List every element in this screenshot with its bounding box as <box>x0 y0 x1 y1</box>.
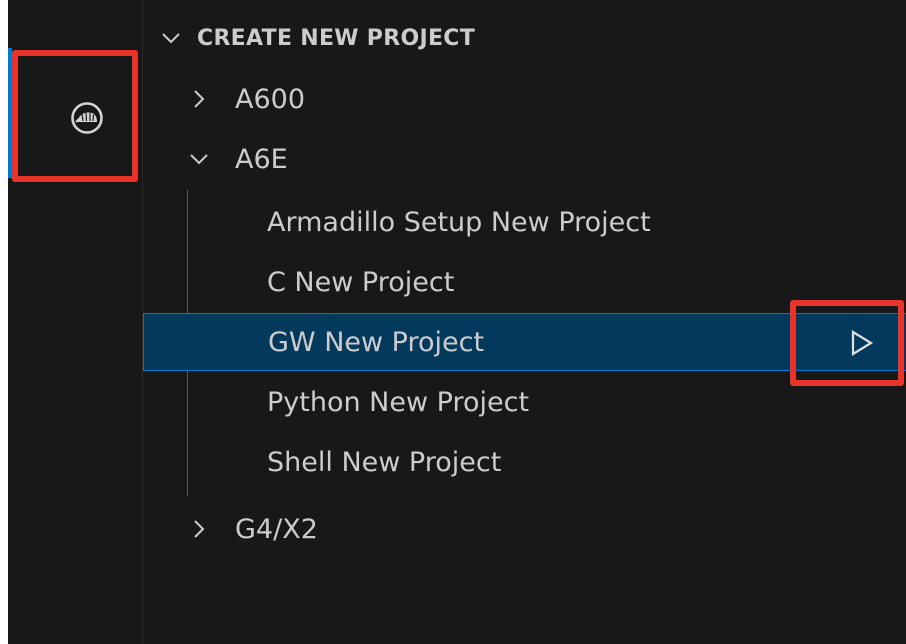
tree-item-python-new-project[interactable]: Python New Project <box>143 373 906 431</box>
tree-item-g4-x2[interactable]: G4/X2 <box>143 500 906 558</box>
chevron-down-icon <box>190 154 208 165</box>
tree-item-shell-new-project[interactable]: Shell New Project <box>143 433 906 491</box>
chevron-right-icon <box>194 90 205 108</box>
tree-item-label: A6E <box>235 143 288 175</box>
tree-item-c-new-project[interactable]: C New Project <box>143 253 906 311</box>
section-title: CREATE NEW PROJECT <box>197 25 476 51</box>
tree-item-label: C New Project <box>267 266 455 298</box>
activity-bar <box>8 0 142 644</box>
tree-item-label: Armadillo Setup New Project <box>267 206 651 238</box>
chevron-down-icon <box>162 33 180 44</box>
armadillo-logo-icon <box>71 102 103 134</box>
tree-item-label: Python New Project <box>267 386 530 418</box>
armadillo-extension-button[interactable] <box>47 78 127 158</box>
tree-item-label: Shell New Project <box>267 446 502 478</box>
tree-item-armadillo-setup-new-project[interactable]: Armadillo Setup New Project <box>143 193 906 251</box>
chevron-right-icon <box>194 520 205 538</box>
project-sidebar: CREATE NEW PROJECT A600 A6E Armadillo Se… <box>142 0 906 644</box>
tree-item-a600[interactable]: A600 <box>143 70 906 128</box>
tree-item-label: A600 <box>235 83 306 115</box>
run-icon[interactable] <box>846 328 876 358</box>
tree-item-label: GW New Project <box>268 326 485 358</box>
tree-item-a6e[interactable]: A6E <box>143 130 906 188</box>
tree-item-gw-new-project[interactable]: GW New Project <box>143 313 906 371</box>
section-header-create-new-project[interactable]: CREATE NEW PROJECT <box>157 18 475 58</box>
active-view-indicator <box>8 48 12 178</box>
screenshot: CREATE NEW PROJECT A600 A6E Armadillo Se… <box>0 0 906 644</box>
tree-item-label: G4/X2 <box>235 513 318 545</box>
